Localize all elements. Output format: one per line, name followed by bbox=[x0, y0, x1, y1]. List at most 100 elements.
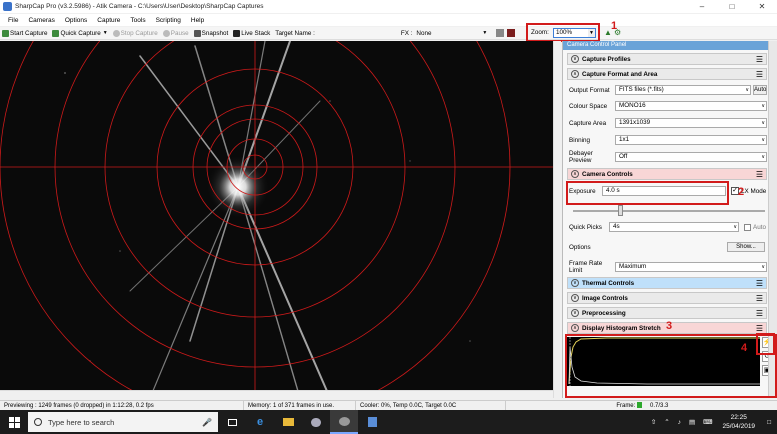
menu-icon[interactable]: ☰ bbox=[756, 170, 763, 179]
edge-browser-icon[interactable]: e bbox=[246, 410, 274, 434]
menu-icon[interactable]: ☰ bbox=[756, 309, 763, 318]
network-icon[interactable]: ▤ bbox=[689, 418, 695, 426]
fx-group: FX : None ▼ bbox=[401, 30, 488, 37]
show-button[interactable]: Show... bbox=[727, 242, 765, 252]
auto-checkbox[interactable] bbox=[744, 223, 751, 231]
record-icon bbox=[2, 29, 9, 37]
stop-capture-button[interactable]: Stop Capture bbox=[112, 29, 158, 37]
target-name-group: Target Name : bbox=[275, 29, 388, 38]
file-explorer-icon[interactable] bbox=[274, 410, 302, 434]
chevron-up-icon[interactable]: ∧ bbox=[571, 70, 579, 78]
chevron-down-icon[interactable]: ∨ bbox=[571, 279, 579, 287]
quick-capture-button[interactable]: Quick Capture ▼ bbox=[52, 29, 108, 37]
target-name-input[interactable] bbox=[318, 29, 388, 38]
section-title: Image Controls bbox=[582, 294, 628, 302]
previewing-status: Previewing : 1249 frames (0 dropped) in … bbox=[0, 400, 244, 411]
auto-button[interactable]: Auto bbox=[753, 85, 767, 95]
menu-options[interactable]: Options bbox=[65, 17, 87, 24]
sharpcap-app-icon bbox=[3, 2, 12, 11]
pause-label: Pause bbox=[170, 29, 189, 37]
section-camera-controls[interactable]: ∧ Camera Controls ☰ bbox=[567, 168, 767, 180]
start-capture-label: Start Capture bbox=[10, 29, 48, 37]
binning-label: Binning bbox=[569, 136, 591, 144]
clock-time: 22:25 bbox=[730, 414, 747, 421]
fx-select[interactable]: None bbox=[416, 30, 482, 37]
menu-icon[interactable]: ☰ bbox=[756, 294, 763, 303]
preview-horizontal-scrollbar[interactable] bbox=[0, 390, 553, 398]
section-title: Camera Controls bbox=[582, 170, 633, 178]
section-capture-format[interactable]: ∧ Capture Format and Area ☰ bbox=[567, 68, 767, 80]
camera-icon bbox=[193, 29, 201, 37]
slider-thumb[interactable] bbox=[618, 205, 623, 216]
reticle-overlay bbox=[0, 41, 553, 398]
paint-icon[interactable] bbox=[302, 410, 330, 434]
preview-vertical-scrollbar[interactable] bbox=[553, 41, 561, 398]
section-capture-profiles[interactable]: ∨ Capture Profiles ☰ bbox=[567, 53, 767, 65]
fx-dropdown-icon[interactable]: ▼ bbox=[482, 30, 487, 36]
menu-help[interactable]: Help bbox=[191, 17, 204, 24]
minimize-button[interactable]: – bbox=[687, 0, 717, 13]
slider-track bbox=[573, 210, 765, 212]
annotation-number-4: 4 bbox=[741, 342, 748, 354]
chevron-down-icon[interactable]: ∨ bbox=[571, 294, 579, 302]
menu-file[interactable]: File bbox=[8, 17, 18, 24]
menu-icon[interactable]: ☰ bbox=[756, 70, 763, 79]
chevron-down-icon[interactable]: ∨ bbox=[571, 309, 579, 317]
taskbar-search[interactable]: Type here to search 🎤 bbox=[28, 412, 218, 432]
menu-icon[interactable]: ☰ bbox=[756, 55, 763, 64]
exposure-slider[interactable] bbox=[569, 205, 769, 217]
options-row: Options Show... bbox=[569, 241, 769, 253]
clock[interactable]: 22:25 25/04/2019 bbox=[723, 413, 756, 431]
people-icon[interactable]: ⇧ bbox=[651, 418, 656, 426]
capture-area-select[interactable]: 1391x1039 ∨ bbox=[615, 118, 767, 128]
frame-rate-select[interactable]: Maximum ∨ bbox=[615, 262, 767, 272]
quick-picks-select[interactable]: 4s ∨ bbox=[609, 222, 739, 232]
sharpcap-window: SharpCap Pro (v3.2.5986) - Atik Camera -… bbox=[0, 0, 777, 434]
chevron-down-icon[interactable]: ∨ bbox=[571, 55, 579, 63]
pause-button[interactable]: Pause bbox=[162, 29, 189, 37]
reticle-toggle-icon[interactable] bbox=[507, 29, 516, 37]
section-title: Thermal Controls bbox=[582, 279, 635, 287]
chevron-up-icon[interactable]: ∧ bbox=[571, 324, 579, 332]
close-button[interactable]: ✕ bbox=[747, 0, 777, 13]
snapshot-button[interactable]: Snapshot bbox=[193, 29, 229, 37]
menu-tools[interactable]: Tools bbox=[130, 17, 145, 24]
section-thermal-controls[interactable]: ∨ Thermal Controls ☰ bbox=[567, 277, 767, 289]
microphone-icon[interactable]: 🎤 bbox=[202, 418, 212, 427]
menu-icon[interactable]: ☰ bbox=[756, 279, 763, 288]
camera-preview[interactable] bbox=[0, 41, 553, 398]
menu-cameras[interactable]: Cameras bbox=[28, 17, 54, 24]
maximize-button[interactable]: □ bbox=[717, 0, 747, 13]
section-title: Display Histogram Stretch bbox=[582, 324, 661, 332]
input-language-icon[interactable]: ⌨ bbox=[703, 418, 712, 426]
preview-image bbox=[0, 41, 553, 398]
colour-space-select[interactable]: MONO16 ∨ bbox=[615, 101, 767, 111]
diffraction-spikes bbox=[129, 41, 331, 398]
chevron-up-icon[interactable]: ∧ bbox=[571, 170, 579, 178]
output-format-select[interactable]: FITS files (*.fits) ∨ bbox=[615, 85, 751, 95]
menu-capture[interactable]: Capture bbox=[97, 17, 120, 24]
annotation-box-exposure bbox=[566, 181, 729, 205]
output-format-row: Output Format FITS files (*.fits) ∨ Auto bbox=[569, 84, 769, 96]
section-image-controls[interactable]: ∨ Image Controls ☰ bbox=[567, 292, 767, 304]
debayer-label: Debayer Preview bbox=[569, 150, 593, 164]
start-button[interactable] bbox=[0, 410, 28, 434]
debayer-select[interactable]: Off ∨ bbox=[615, 152, 767, 162]
menu-scripting[interactable]: Scripting bbox=[156, 17, 181, 24]
task-view-icon[interactable] bbox=[218, 410, 246, 434]
grid-toggle-icon[interactable] bbox=[496, 29, 505, 37]
live-stack-button[interactable]: Live Stack bbox=[233, 29, 270, 37]
snapshot-label: Snapshot bbox=[201, 29, 229, 37]
window-title: SharpCap Pro (v3.2.5986) - Atik Camera -… bbox=[15, 3, 264, 10]
section-preprocessing[interactable]: ∨ Preprocessing ☰ bbox=[567, 307, 767, 319]
dropdown-arrow-icon[interactable]: ▼ bbox=[103, 30, 108, 36]
binning-select[interactable]: 1x1 ∨ bbox=[615, 135, 767, 145]
speaker-icon[interactable]: ♪ bbox=[678, 419, 681, 426]
chevron-up-icon[interactable]: ⌃ bbox=[664, 418, 669, 426]
options-label: Options bbox=[569, 243, 591, 251]
sharpcap-taskbar-icon[interactable] bbox=[330, 410, 358, 434]
notifications-icon[interactable]: □ bbox=[767, 419, 771, 426]
start-capture-button[interactable]: Start Capture bbox=[2, 29, 48, 37]
document-icon[interactable] bbox=[358, 410, 386, 434]
menu-icon[interactable]: ☰ bbox=[756, 324, 763, 333]
